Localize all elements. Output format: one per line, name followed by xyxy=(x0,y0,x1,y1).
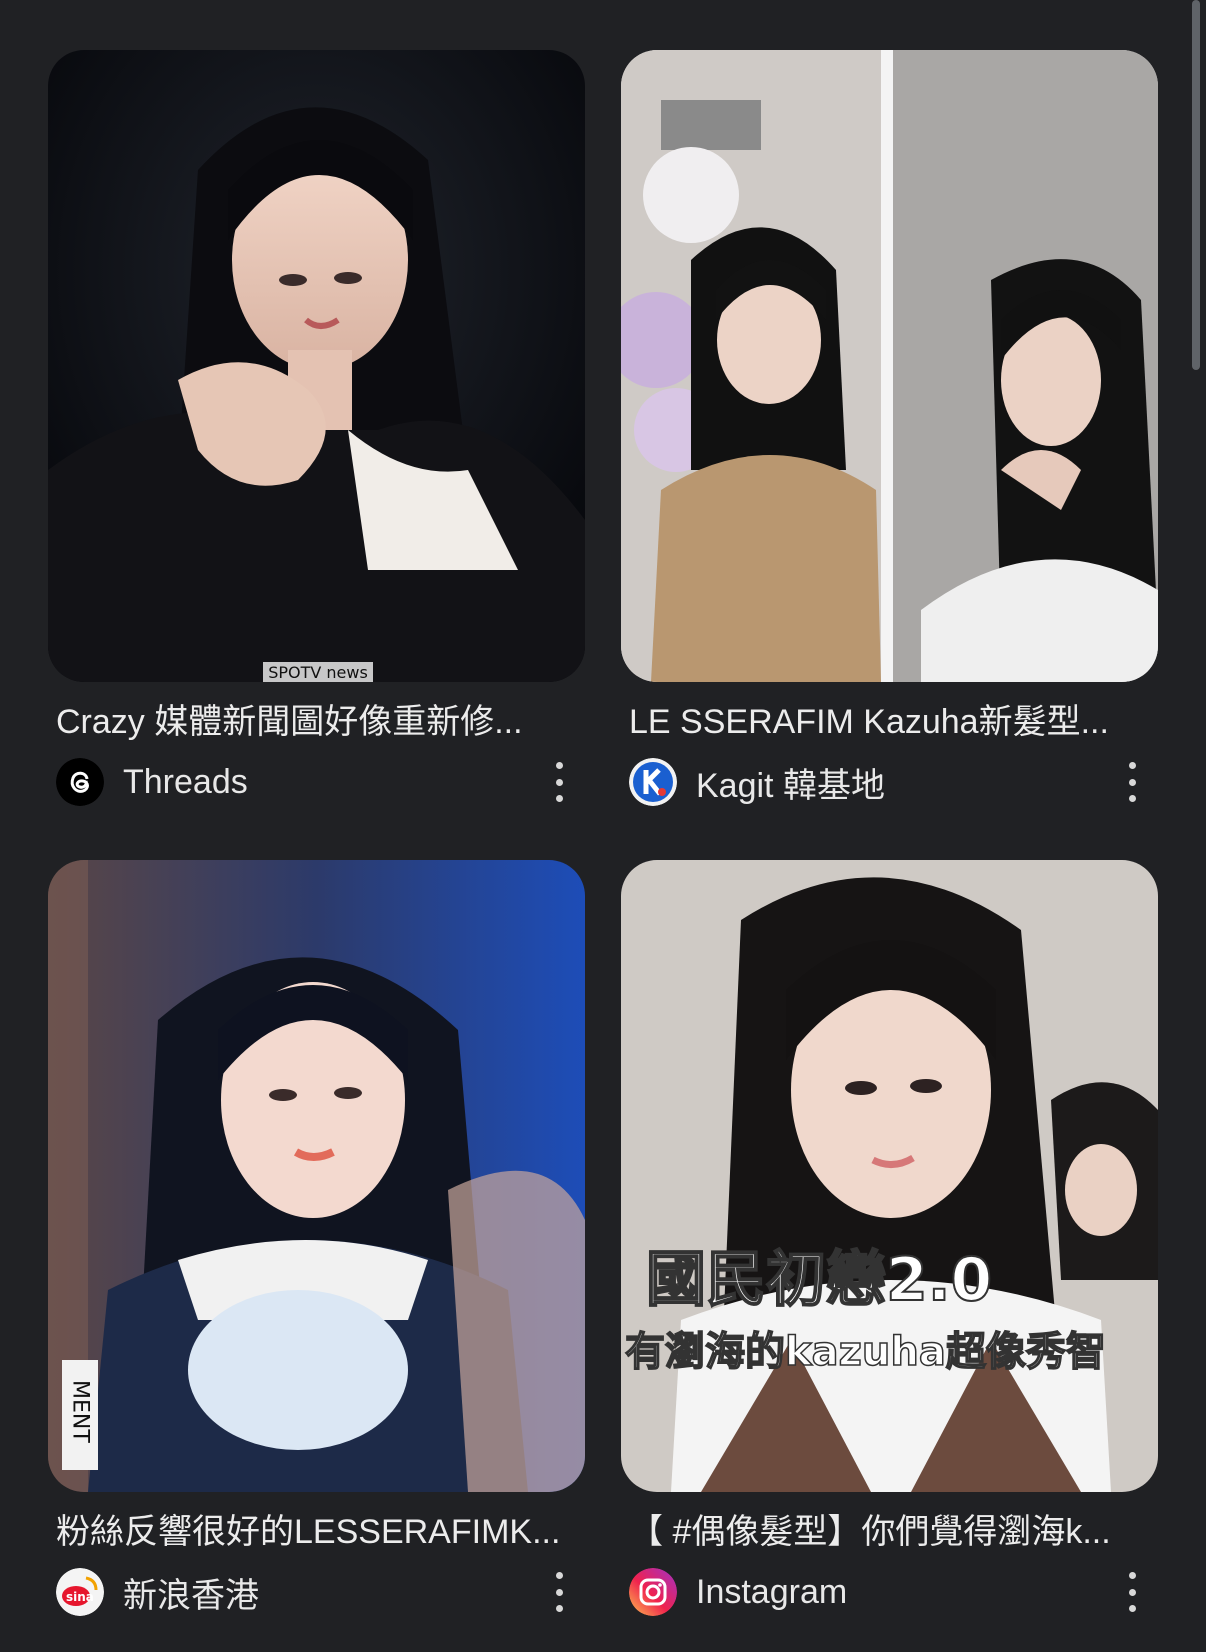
result-title[interactable]: Crazy 媒體新聞圖好像重新修... xyxy=(56,702,576,742)
more-options-button[interactable] xyxy=(1120,1572,1144,1612)
kagit-icon xyxy=(629,758,677,806)
thumbnail-caption-line-1: 國民初戀2.0 xyxy=(646,1245,992,1315)
result-card-4[interactable]: 國民初戀2.0 有瀏海的kazuha超像秀智 【 #偶像髮型】你們覺得瀏海k..… xyxy=(621,860,1158,1616)
dot-icon xyxy=(1128,778,1136,786)
thumbnail-photo-1: SPOTV news xyxy=(48,50,585,682)
svg-text:sina: sina xyxy=(66,1590,94,1604)
source-name: Threads xyxy=(123,762,248,801)
more-options-button[interactable] xyxy=(547,1572,571,1612)
dot-icon xyxy=(555,1588,563,1596)
result-card-3[interactable]: MENT 粉絲反響很好的LESSERAFIMK... sina 新浪香港 xyxy=(48,860,585,1616)
result-source[interactable]: Threads xyxy=(56,758,585,806)
dot-icon xyxy=(1128,1605,1136,1612)
result-card-1[interactable]: SPOTV news Crazy 媒體新聞圖好像重新修... Threads xyxy=(48,50,585,806)
dot-icon xyxy=(555,1572,563,1579)
result-source[interactable]: Kagit 韓基地 xyxy=(629,758,1158,806)
dot-icon xyxy=(1128,762,1136,769)
sina-icon: sina xyxy=(56,1568,104,1616)
dot-icon xyxy=(1128,1572,1136,1579)
result-card-2[interactable]: LE SSERAFIM Kazuha新髮型... Kagit 韓基地 xyxy=(621,50,1158,806)
instagram-icon xyxy=(629,1568,677,1616)
dot-icon xyxy=(555,1605,563,1612)
result-source[interactable]: sina 新浪香港 xyxy=(56,1568,585,1616)
thumbnail-photo-3: MENT xyxy=(48,860,585,1492)
thumbnail-caption: MENT xyxy=(68,1380,93,1443)
thumbnail-caption-line-2: 有瀏海的kazuha超像秀智 xyxy=(625,1329,1106,1375)
scrollbar[interactable] xyxy=(1192,0,1200,370)
threads-icon xyxy=(56,758,104,806)
source-name: Kagit 韓基地 xyxy=(696,766,885,805)
result-thumbnail[interactable] xyxy=(621,50,1158,682)
thumbnail-caption: SPOTV news xyxy=(268,663,368,682)
more-options-button[interactable] xyxy=(1120,762,1144,802)
source-name: Instagram xyxy=(696,1572,848,1611)
thumbnail-photo-2 xyxy=(621,50,1158,682)
result-source[interactable]: Instagram xyxy=(629,1568,1158,1616)
result-thumbnail[interactable]: SPOTV news xyxy=(48,50,585,682)
source-name: 新浪香港 xyxy=(123,1576,259,1615)
result-thumbnail[interactable]: 國民初戀2.0 有瀏海的kazuha超像秀智 xyxy=(621,860,1158,1492)
result-title[interactable]: 粉絲反響很好的LESSERAFIMK... xyxy=(56,1512,576,1552)
dot-icon xyxy=(555,762,563,769)
result-thumbnail[interactable]: MENT xyxy=(48,860,585,1492)
thumbnail-photo-4: 國民初戀2.0 有瀏海的kazuha超像秀智 xyxy=(621,860,1158,1492)
result-title[interactable]: LE SSERAFIM Kazuha新髮型... xyxy=(629,702,1149,742)
dot-icon xyxy=(555,795,563,802)
result-title[interactable]: 【 #偶像髮型】你們覺得瀏海k... xyxy=(629,1512,1149,1552)
image-results-page: SPOTV news Crazy 媒體新聞圖好像重新修... Threads L… xyxy=(0,0,1206,1652)
dot-icon xyxy=(555,778,563,786)
more-options-button[interactable] xyxy=(547,762,571,802)
dot-icon xyxy=(1128,795,1136,802)
dot-icon xyxy=(1128,1588,1136,1596)
